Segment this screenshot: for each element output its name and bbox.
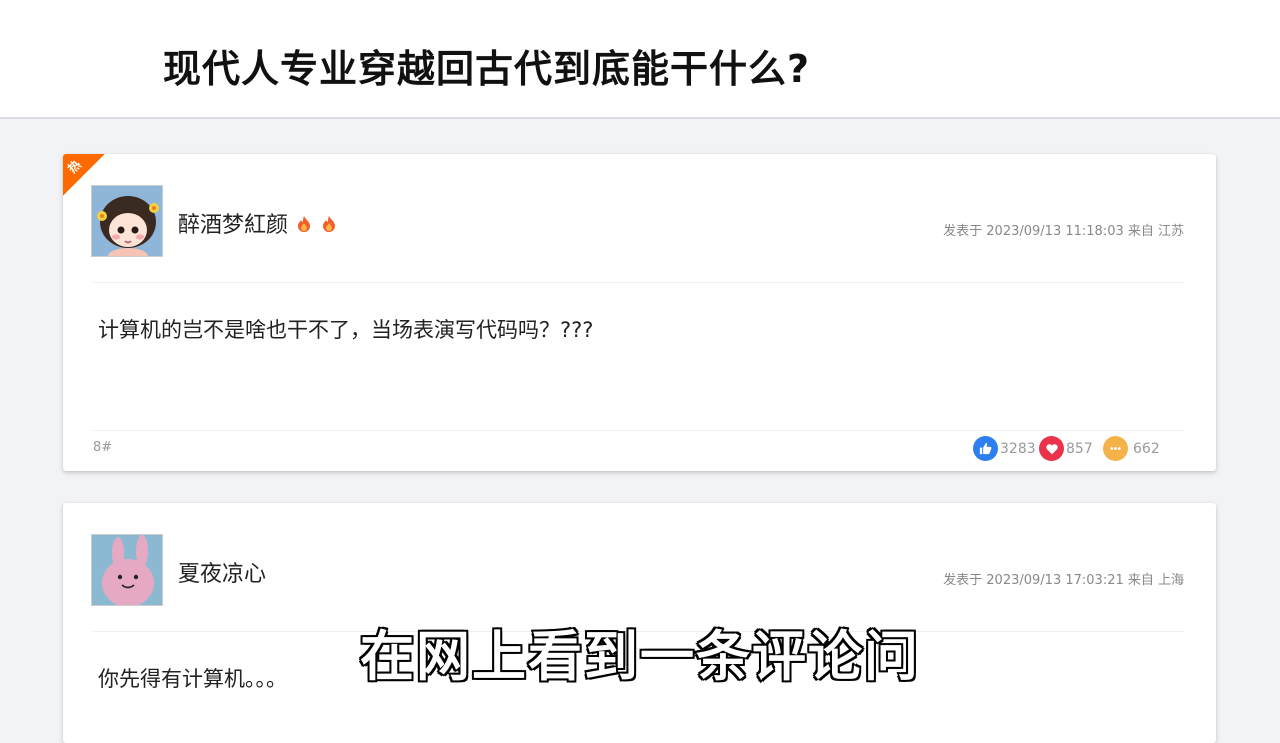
heart-count: 857 [1066, 440, 1093, 457]
avatar[interactable] [91, 185, 163, 257]
flame-icon [295, 214, 313, 232]
like-count: 3283 [1000, 440, 1036, 457]
avatar[interactable] [91, 534, 163, 606]
flame-icon [320, 214, 338, 232]
post-meta: 发表于 2023/09/13 11:18:03 来自 江苏 [943, 224, 1184, 239]
divider [93, 282, 1184, 283]
username-text: 夏夜凉心 [178, 562, 267, 587]
page-title: 现代人专业穿越回古代到底能干什么? [163, 47, 811, 91]
reply-count: 662 [1133, 440, 1160, 457]
heart-icon [1039, 436, 1064, 461]
floor-number: 8# [93, 440, 113, 455]
thumbs-up-icon [973, 436, 998, 461]
comment-content: 计算机的岂不是啥也干不了，当场表演写代码吗？??? [98, 318, 594, 342]
reply-button[interactable]: 662 [1103, 436, 1160, 461]
divider [93, 430, 1184, 431]
header-bar: 现代人专业穿越回古代到底能干什么? [0, 0, 1280, 119]
like-button[interactable]: 3283 [973, 436, 1036, 461]
post-meta: 发表于 2023/09/13 17:03:21 来自 上海 [943, 573, 1184, 588]
heart-button[interactable]: 857 [1039, 436, 1093, 461]
username-text: 醉酒梦紅颜 [178, 213, 289, 238]
video-subtitle: 在网上看到一条评论问 [359, 624, 920, 690]
more-dots-icon [1103, 436, 1128, 461]
username[interactable]: 醉酒梦紅颜 [178, 207, 338, 239]
comment-card: 热 醉酒梦紅颜 发表于 2023/09/13 11:18:03 来自 江苏 计算… [63, 154, 1216, 471]
hot-badge-label: 热 [65, 157, 84, 177]
username[interactable]: 夏夜凉心 [178, 556, 266, 588]
